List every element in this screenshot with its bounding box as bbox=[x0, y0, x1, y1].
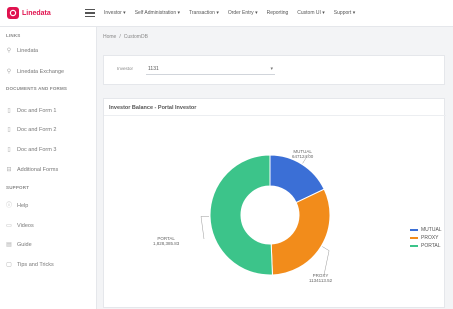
nav-custom-ui[interactable]: Custom UI ▾ bbox=[297, 10, 325, 16]
chart-legend: MUTUAL PROXY PORTAL bbox=[410, 227, 442, 251]
breadcrumb-separator: / bbox=[119, 34, 121, 40]
nav-self-administration[interactable]: Self Administration ▾ bbox=[135, 10, 180, 16]
investor-select[interactable]: 1131 ▾ bbox=[146, 62, 275, 75]
sidebar-item-guide[interactable]: ▤ Guide bbox=[6, 242, 32, 248]
brand-logo[interactable]: Linedata bbox=[7, 7, 77, 19]
sidebar-item-videos[interactable]: ▭ Videos bbox=[6, 223, 34, 229]
investor-select-value: 1131 bbox=[148, 66, 159, 72]
data-label-proxy-value: 1134113.52 bbox=[309, 278, 333, 283]
sidebar-item-tips-and-tricks[interactable]: ▢ Tips and Tricks bbox=[6, 262, 54, 268]
breadcrumb: Home / CustomDB bbox=[103, 34, 148, 40]
data-label-mutual: MUTUAL 647124.00 bbox=[292, 149, 313, 159]
sidebar-item-additional-forms[interactable]: ⊟ Additional Forms bbox=[6, 167, 58, 173]
sidebar-item-label: Videos bbox=[17, 223, 34, 229]
video-icon: ▭ bbox=[6, 223, 12, 229]
top-navbar: Linedata Investor ▾ Self Administration … bbox=[0, 0, 453, 27]
linedata-logo-icon bbox=[7, 7, 19, 19]
main-content: Home / CustomDB Investor 1131 ▾ Investor… bbox=[97, 27, 453, 309]
breadcrumb-home[interactable]: Home bbox=[103, 34, 116, 40]
link-icon: ⚲ bbox=[6, 48, 12, 54]
data-label-portal: PORTAL 1,828,385.83 bbox=[153, 236, 179, 246]
sidebar-item-linedata-exchange[interactable]: ⚲ Linedata Exchange bbox=[6, 69, 64, 75]
data-label-mutual-value: 647124.00 bbox=[292, 154, 314, 159]
help-icon: ⓘ bbox=[6, 203, 13, 209]
document-icon: ▯ bbox=[7, 127, 11, 133]
nav-order-entry[interactable]: Order Entry ▾ bbox=[228, 10, 258, 16]
nav-reporting[interactable]: Reporting bbox=[267, 10, 289, 16]
nav-support[interactable]: Support ▾ bbox=[334, 10, 355, 16]
menu-toggle-icon[interactable] bbox=[85, 9, 95, 17]
caret-down-icon: ▾ bbox=[270, 66, 273, 72]
document-icon: ▯ bbox=[7, 147, 11, 153]
sidebar-item-linedata[interactable]: ⚲ Linedata bbox=[6, 48, 38, 54]
legend-label-portal: PORTAL bbox=[421, 243, 441, 249]
investor-balance-card: Investor Balance - Portal Investor MUTUA… bbox=[103, 98, 446, 308]
donut-chart bbox=[200, 153, 331, 276]
nav-investor[interactable]: Investor ▾ bbox=[104, 10, 126, 16]
link-icon: ⚲ bbox=[6, 69, 12, 75]
investor-filter-panel: Investor 1131 ▾ bbox=[103, 55, 445, 85]
donut-slice-proxy[interactable] bbox=[270, 188, 331, 276]
sidebar-item-doc-form-3[interactable]: ▯ Doc and Form 3 bbox=[6, 147, 56, 153]
nav-transaction[interactable]: Transaction ▾ bbox=[189, 10, 219, 16]
leader-line-proxy bbox=[322, 246, 330, 276]
data-label-portal-value: 1,828,385.83 bbox=[153, 241, 180, 246]
sidebar-item-label: Tips and Tricks bbox=[17, 262, 54, 268]
sidebar-item-label: Guide bbox=[17, 242, 32, 248]
legend-label-mutual: MUTUAL bbox=[421, 227, 442, 233]
legend-swatch-proxy bbox=[410, 237, 418, 239]
sidebar-item-label: Doc and Form 2 bbox=[17, 127, 57, 133]
main-nav: Investor ▾ Self Administration ▾ Transac… bbox=[104, 10, 364, 16]
brand-name: Linedata bbox=[22, 9, 51, 17]
sidebar-heading-documents: DOCUMENTS AND FORMS bbox=[6, 86, 68, 91]
legend-item-portal[interactable]: PORTAL bbox=[410, 243, 442, 249]
breadcrumb-current: CustomDB bbox=[123, 34, 148, 40]
legend-item-proxy[interactable]: PROXY bbox=[410, 235, 442, 241]
sidebar-item-help[interactable]: ⓘ Help bbox=[6, 203, 28, 209]
leader-line-portal bbox=[200, 216, 210, 240]
sidebar-item-label: Help bbox=[17, 203, 29, 209]
sidebar-item-label: Additional Forms bbox=[17, 167, 59, 173]
document-icon: ▯ bbox=[7, 108, 11, 114]
sidebar-item-doc-form-1[interactable]: ▯ Doc and Form 1 bbox=[6, 108, 56, 114]
investor-filter-label: Investor bbox=[117, 66, 134, 71]
sidebar-item-label: Linedata bbox=[17, 48, 39, 54]
tips-icon: ▢ bbox=[6, 262, 12, 268]
sidebar-heading-links: LINKS bbox=[6, 33, 21, 38]
data-label-proxy: PROXY 1134113.52 bbox=[309, 273, 332, 283]
app-window: Linedata Investor ▾ Self Administration … bbox=[0, 0, 453, 309]
sidebar-item-label: Doc and Form 3 bbox=[17, 147, 57, 153]
legend-swatch-portal bbox=[410, 245, 418, 247]
donut-slice-portal[interactable] bbox=[209, 154, 273, 276]
sidebar: LINKS ⚲ Linedata ⚲ Linedata Exchange DOC… bbox=[0, 27, 97, 309]
sidebar-item-label: Linedata Exchange bbox=[17, 69, 65, 75]
sidebar-item-label: Doc and Form 1 bbox=[17, 108, 57, 114]
legend-label-proxy: PROXY bbox=[421, 235, 439, 241]
sidebar-item-doc-form-2[interactable]: ▯ Doc and Form 2 bbox=[6, 127, 56, 133]
legend-item-mutual[interactable]: MUTUAL bbox=[410, 227, 442, 233]
forms-icon: ⊟ bbox=[6, 167, 12, 173]
sidebar-heading-support: SUPPORT bbox=[6, 185, 30, 190]
legend-swatch-mutual bbox=[410, 229, 418, 231]
guide-icon: ▤ bbox=[6, 242, 12, 248]
